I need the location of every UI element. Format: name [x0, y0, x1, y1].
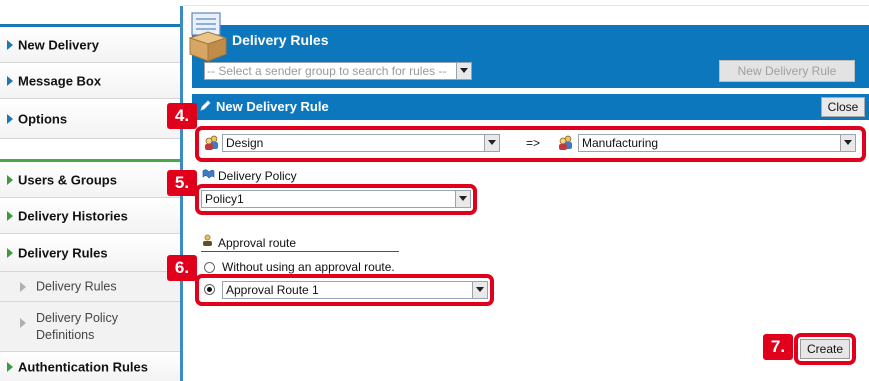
chevron-down-icon[interactable]	[455, 191, 470, 207]
sidebar-item-label: New Delivery	[18, 37, 99, 52]
sidebar-item-label: Options	[18, 111, 68, 126]
group-icon	[559, 135, 572, 150]
radio-without-approval[interactable]	[204, 262, 215, 273]
sidebar-item-label: Delivery Rules	[36, 279, 117, 293]
step-badge-4: 4.	[167, 103, 197, 129]
triangle-right-icon	[7, 247, 13, 258]
triangle-right-icon	[7, 75, 13, 86]
pencil-icon	[200, 100, 211, 111]
triangle-right-icon	[7, 210, 13, 221]
sidebar-item-options[interactable]: Options	[0, 99, 180, 139]
sidebar-subitem-delivery-policy-definitions[interactable]: Delivery Policy Definitions	[0, 302, 180, 352]
sidebar-item-new-delivery[interactable]: New Delivery	[0, 27, 180, 63]
delivery-policy-dropdown[interactable]: Policy1	[201, 190, 471, 208]
step-badge-6: 6.	[167, 255, 197, 281]
sidebar-item-message-box[interactable]: Message Box	[0, 63, 180, 99]
approval-route-underline	[201, 251, 399, 252]
triangle-right-icon	[20, 318, 26, 328]
chevron-down-icon[interactable]	[456, 63, 471, 79]
triangle-right-icon	[7, 361, 13, 372]
approval-route-dropdown[interactable]: Approval Route 1	[222, 281, 488, 299]
sidebar-item-label: Delivery Rules	[18, 245, 108, 260]
close-button[interactable]: Close	[821, 97, 865, 117]
sidebar-item-delivery-histories[interactable]: Delivery Histories	[0, 198, 180, 234]
page-title: Delivery Rules	[232, 32, 329, 48]
sidebar-item-delivery-rules[interactable]: Delivery Rules	[0, 234, 180, 272]
group-icon	[205, 135, 218, 150]
sidebar-item-label: Delivery Histories	[18, 208, 128, 223]
radio-with-approval[interactable]	[204, 284, 215, 295]
approval-icon	[203, 234, 212, 246]
package-icon	[188, 12, 228, 62]
sender-group-select[interactable]: -- Select a sender group to search for r…	[204, 62, 472, 80]
triangle-right-icon	[7, 113, 13, 124]
sender-group-dropdown[interactable]: Design	[222, 134, 500, 152]
sender-group-select-value: -- Select a sender group to search for r…	[207, 64, 447, 78]
triangle-right-icon	[7, 174, 13, 185]
new-rule-panel-header: New Delivery Rule Close	[192, 94, 869, 120]
recipient-group-value: Manufacturing	[582, 136, 659, 150]
approval-route-value: Approval Route 1	[226, 283, 319, 297]
sidebar-item-label: Message Box	[18, 73, 102, 88]
sidebar-item-users-groups[interactable]: Users & Groups	[0, 162, 180, 198]
chevron-down-icon[interactable]	[472, 282, 487, 298]
triangle-right-icon	[20, 281, 26, 292]
sidebar-item-authentication-rules[interactable]: Authentication Rules	[0, 352, 180, 381]
delivery-policy-label: Delivery Policy	[218, 169, 297, 183]
delivery-policy-value: Policy1	[205, 192, 244, 206]
policy-icon	[202, 169, 215, 179]
approval-route-label: Approval route	[218, 236, 297, 250]
create-button[interactable]: Create	[800, 339, 850, 359]
chevron-down-icon[interactable]	[840, 135, 855, 151]
chevron-down-icon[interactable]	[484, 135, 499, 151]
sender-group-value: Design	[226, 136, 264, 150]
new-delivery-rule-button[interactable]: New Delivery Rule	[719, 60, 855, 82]
triangle-right-icon	[7, 39, 13, 50]
delivery-rules-header: Delivery Rules -- Select a sender group …	[192, 25, 869, 88]
step-badge-7: 7.	[763, 334, 793, 360]
sidebar-subitem-delivery-rules[interactable]: Delivery Rules	[0, 272, 180, 302]
sidebar: New Delivery Message Box Options Users &…	[0, 0, 183, 381]
step-badge-5: 5.	[167, 170, 197, 196]
sidebar-item-label: Delivery Policy Definitions	[36, 310, 118, 342]
recipient-group-dropdown[interactable]: Manufacturing	[578, 134, 856, 152]
sidebar-item-label: Authentication Rules	[18, 359, 149, 374]
panel-title: New Delivery Rule	[216, 99, 329, 114]
without-approval-label: Without using an approval route.	[222, 260, 395, 274]
sidebar-item-label: Users & Groups	[18, 172, 117, 187]
direction-arrow: =>	[526, 136, 541, 150]
